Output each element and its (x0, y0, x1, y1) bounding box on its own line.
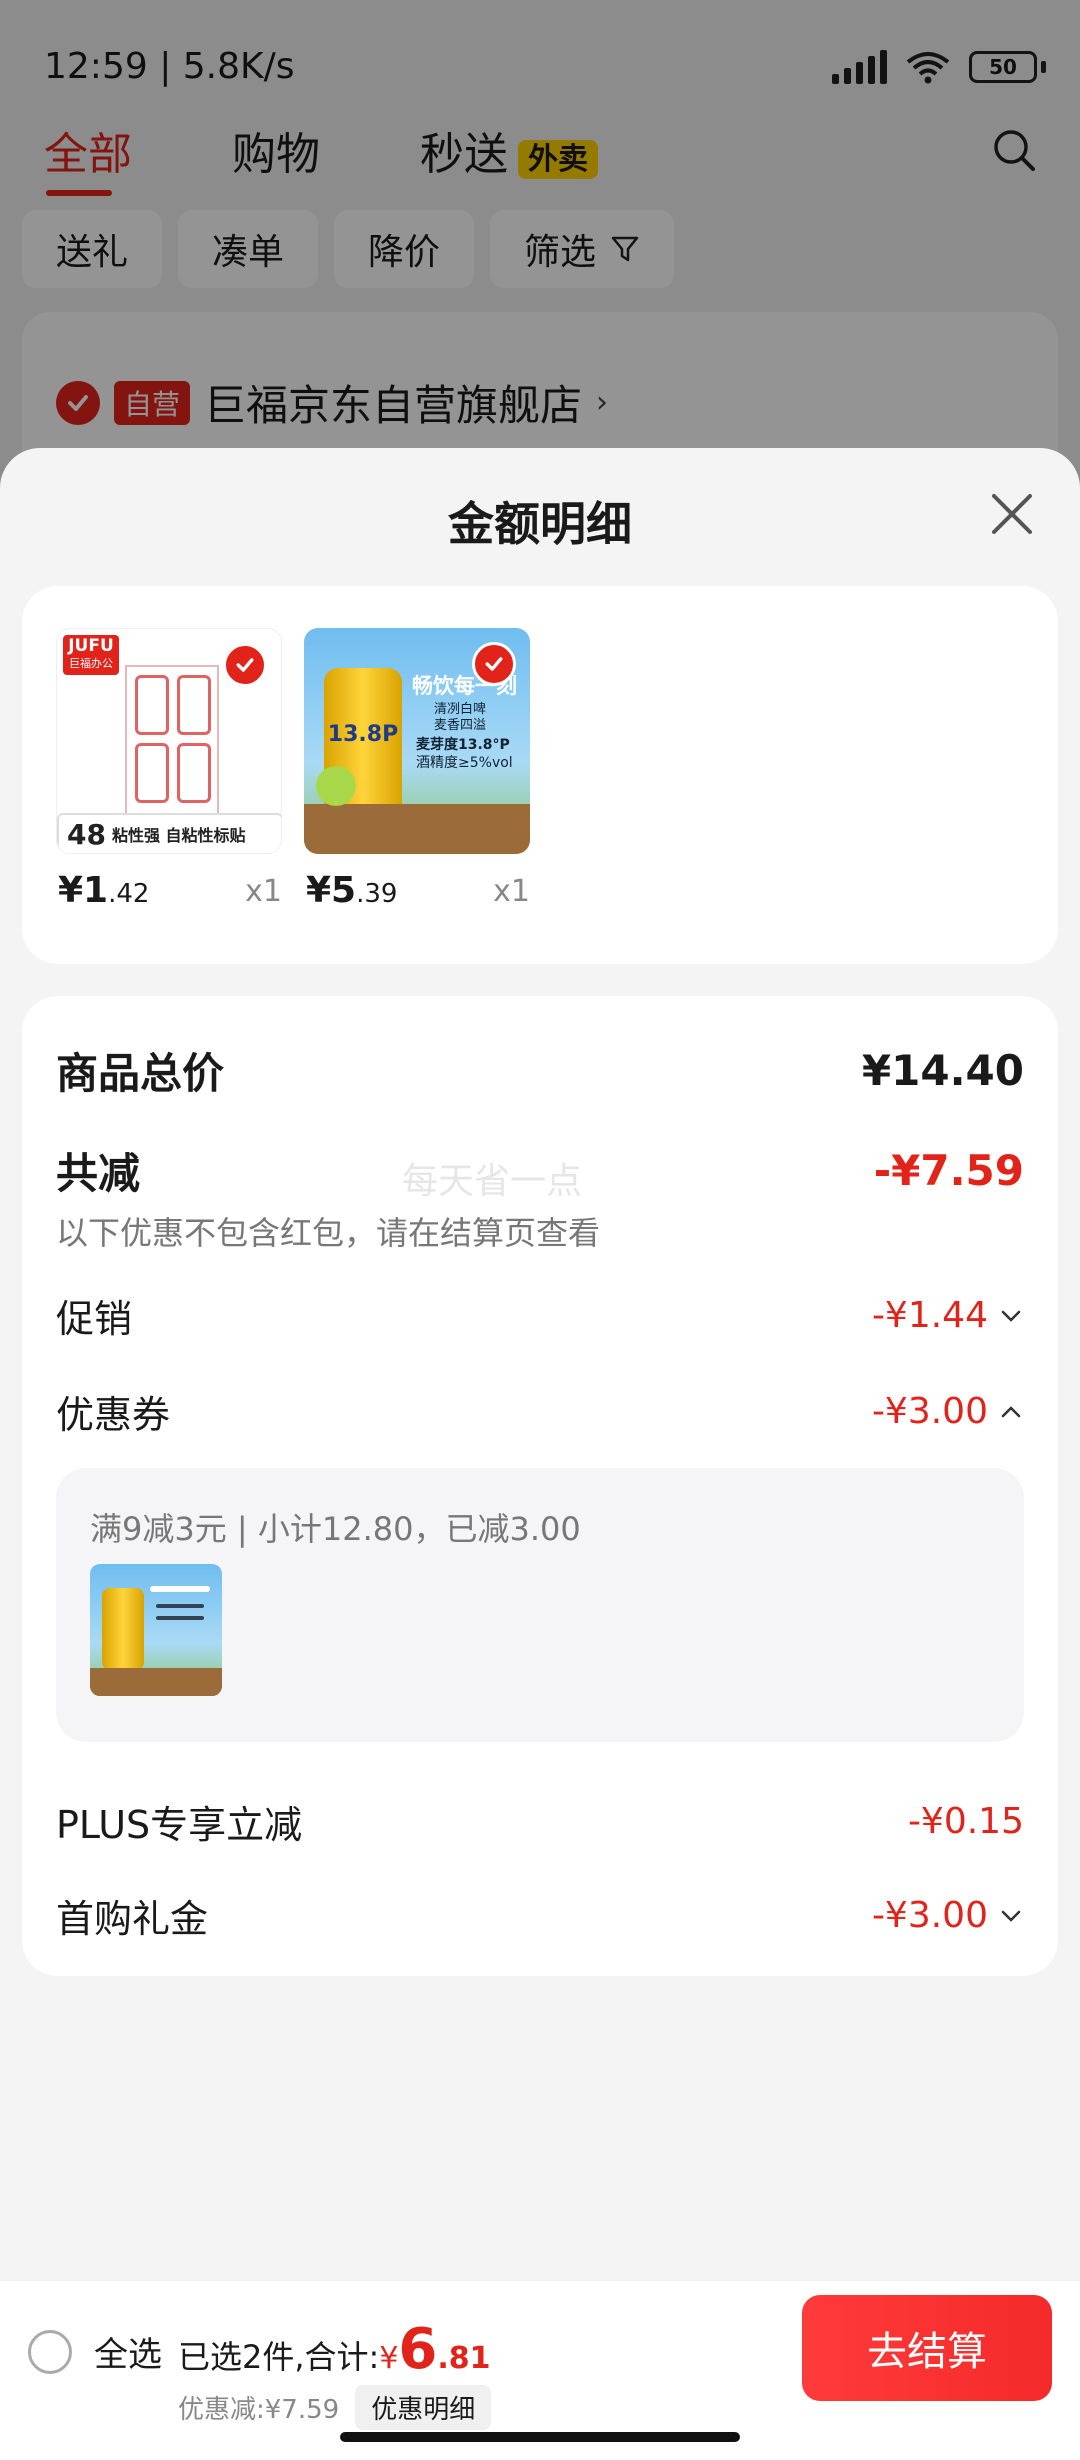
selected-products-card: JUFU 巨福办公 48 粘性强 自粘性标贴 ¥1.42 x1 13.8P 畅饮… (22, 586, 1058, 964)
summary-amount-dec: .81 (437, 2341, 491, 2376)
home-indicator[interactable] (340, 2432, 740, 2442)
promo-label: 促销 (56, 1297, 133, 1341)
reduced-row: 共减 -¥7.59 (56, 1140, 1024, 1201)
discount-line: 优惠减:¥7.59 优惠明细 (178, 2385, 492, 2430)
product-item[interactable]: JUFU 巨福办公 48 粘性强 自粘性标贴 ¥1.42 x1 (56, 628, 282, 911)
summary-prefix: 已选2件,合计: (178, 2338, 380, 2376)
discount-text: 优惠减:¥7.59 (178, 2395, 340, 2425)
reduced-note: 以下优惠不包含红包，请在结算页查看 (56, 1214, 601, 1252)
product-price: ¥5.39 (306, 870, 398, 911)
coupon-product-thumb[interactable] (90, 1564, 222, 1696)
coupon-label: 优惠券 (56, 1393, 171, 1437)
promo-row[interactable]: 促销 -¥1.44 (56, 1288, 1024, 1343)
promo-value: -¥1.44 (871, 1295, 988, 1336)
product-image-label-sticker[interactable]: JUFU 巨福办公 48 粘性强 自粘性标贴 (56, 628, 282, 854)
plus-label: PLUS专享立减 (56, 1803, 303, 1847)
reduced-value: -¥7.59 (873, 1146, 1024, 1195)
first-buy-row[interactable]: 首购礼金 -¥3.00 (56, 1888, 1024, 1943)
total-value: ¥14.40 (861, 1046, 1024, 1095)
coupon-value: -¥3.00 (871, 1391, 988, 1432)
jufu-logo: JUFU 巨福办公 (63, 635, 119, 675)
product-check-icon[interactable] (223, 643, 267, 687)
amount-detail-sheet: 金额明细 JUFU 巨福办公 48 粘性强 自粘性标贴 ¥1.42 x1 13.… (0, 448, 1080, 2280)
reduced-label: 共减 (56, 1149, 141, 1198)
plus-row: PLUS专享立减 -¥0.15 (56, 1794, 1024, 1849)
summary-yen: ¥ (379, 2341, 399, 2376)
chevron-down-icon[interactable] (998, 1303, 1024, 1329)
coupon-value-group[interactable]: -¥3.00 (872, 1391, 1024, 1432)
first-buy-value: -¥3.00 (871, 1895, 988, 1936)
product-item[interactable]: 13.8P 畅饮每一刻 清冽白啤 麦香四溢 麦芽度13.8°P 酒精度≥5%vo… (304, 628, 530, 911)
select-all-radio[interactable] (28, 2329, 72, 2374)
chevron-up-icon[interactable] (998, 1399, 1024, 1425)
coupon-detail-text: 满9减3元 | 小计12.80，已减3.00 (90, 1510, 581, 1548)
summary-line: 已选2件,合计: ¥ 6 .81 (178, 2317, 491, 2382)
coupon-row[interactable]: 优惠券 -¥3.00 (56, 1384, 1024, 1439)
first-buy-label: 首购礼金 (56, 1897, 209, 1941)
promo-value-group[interactable]: -¥1.44 (872, 1295, 1024, 1336)
select-all-label: 全选 (94, 2335, 162, 2375)
product-price: ¥1.42 (58, 870, 150, 911)
chevron-down-icon[interactable] (998, 1903, 1024, 1929)
select-all[interactable]: 全选 (28, 2327, 162, 2376)
summary-amount-int: 6 (398, 2317, 438, 2382)
product-image-beer[interactable]: 13.8P 畅饮每一刻 清冽白啤 麦香四溢 麦芽度13.8°P 酒精度≥5%vo… (304, 628, 530, 854)
close-icon[interactable] (988, 490, 1036, 538)
product-check-icon[interactable] (472, 642, 516, 686)
first-buy-value-group[interactable]: -¥3.00 (872, 1895, 1024, 1936)
total-label: 商品总价 (56, 1049, 225, 1098)
sheet-title: 金额明细 (448, 497, 632, 551)
product-quantity: x1 (493, 874, 530, 909)
coupon-detail-box: 满9减3元 | 小计12.80，已减3.00 (56, 1468, 1024, 1742)
product-quantity: x1 (245, 874, 282, 909)
discount-detail-button[interactable]: 优惠明细 (355, 2385, 492, 2430)
price-breakdown-card: 商品总价 ¥14.40 每天省一点 共减 -¥7.59 以下优惠不包含红包，请在… (22, 996, 1058, 1976)
checkout-button[interactable]: 去结算 (802, 2295, 1052, 2401)
total-row: 商品总价 ¥14.40 (56, 1040, 1024, 1101)
plus-value: -¥0.15 (907, 1801, 1024, 1842)
